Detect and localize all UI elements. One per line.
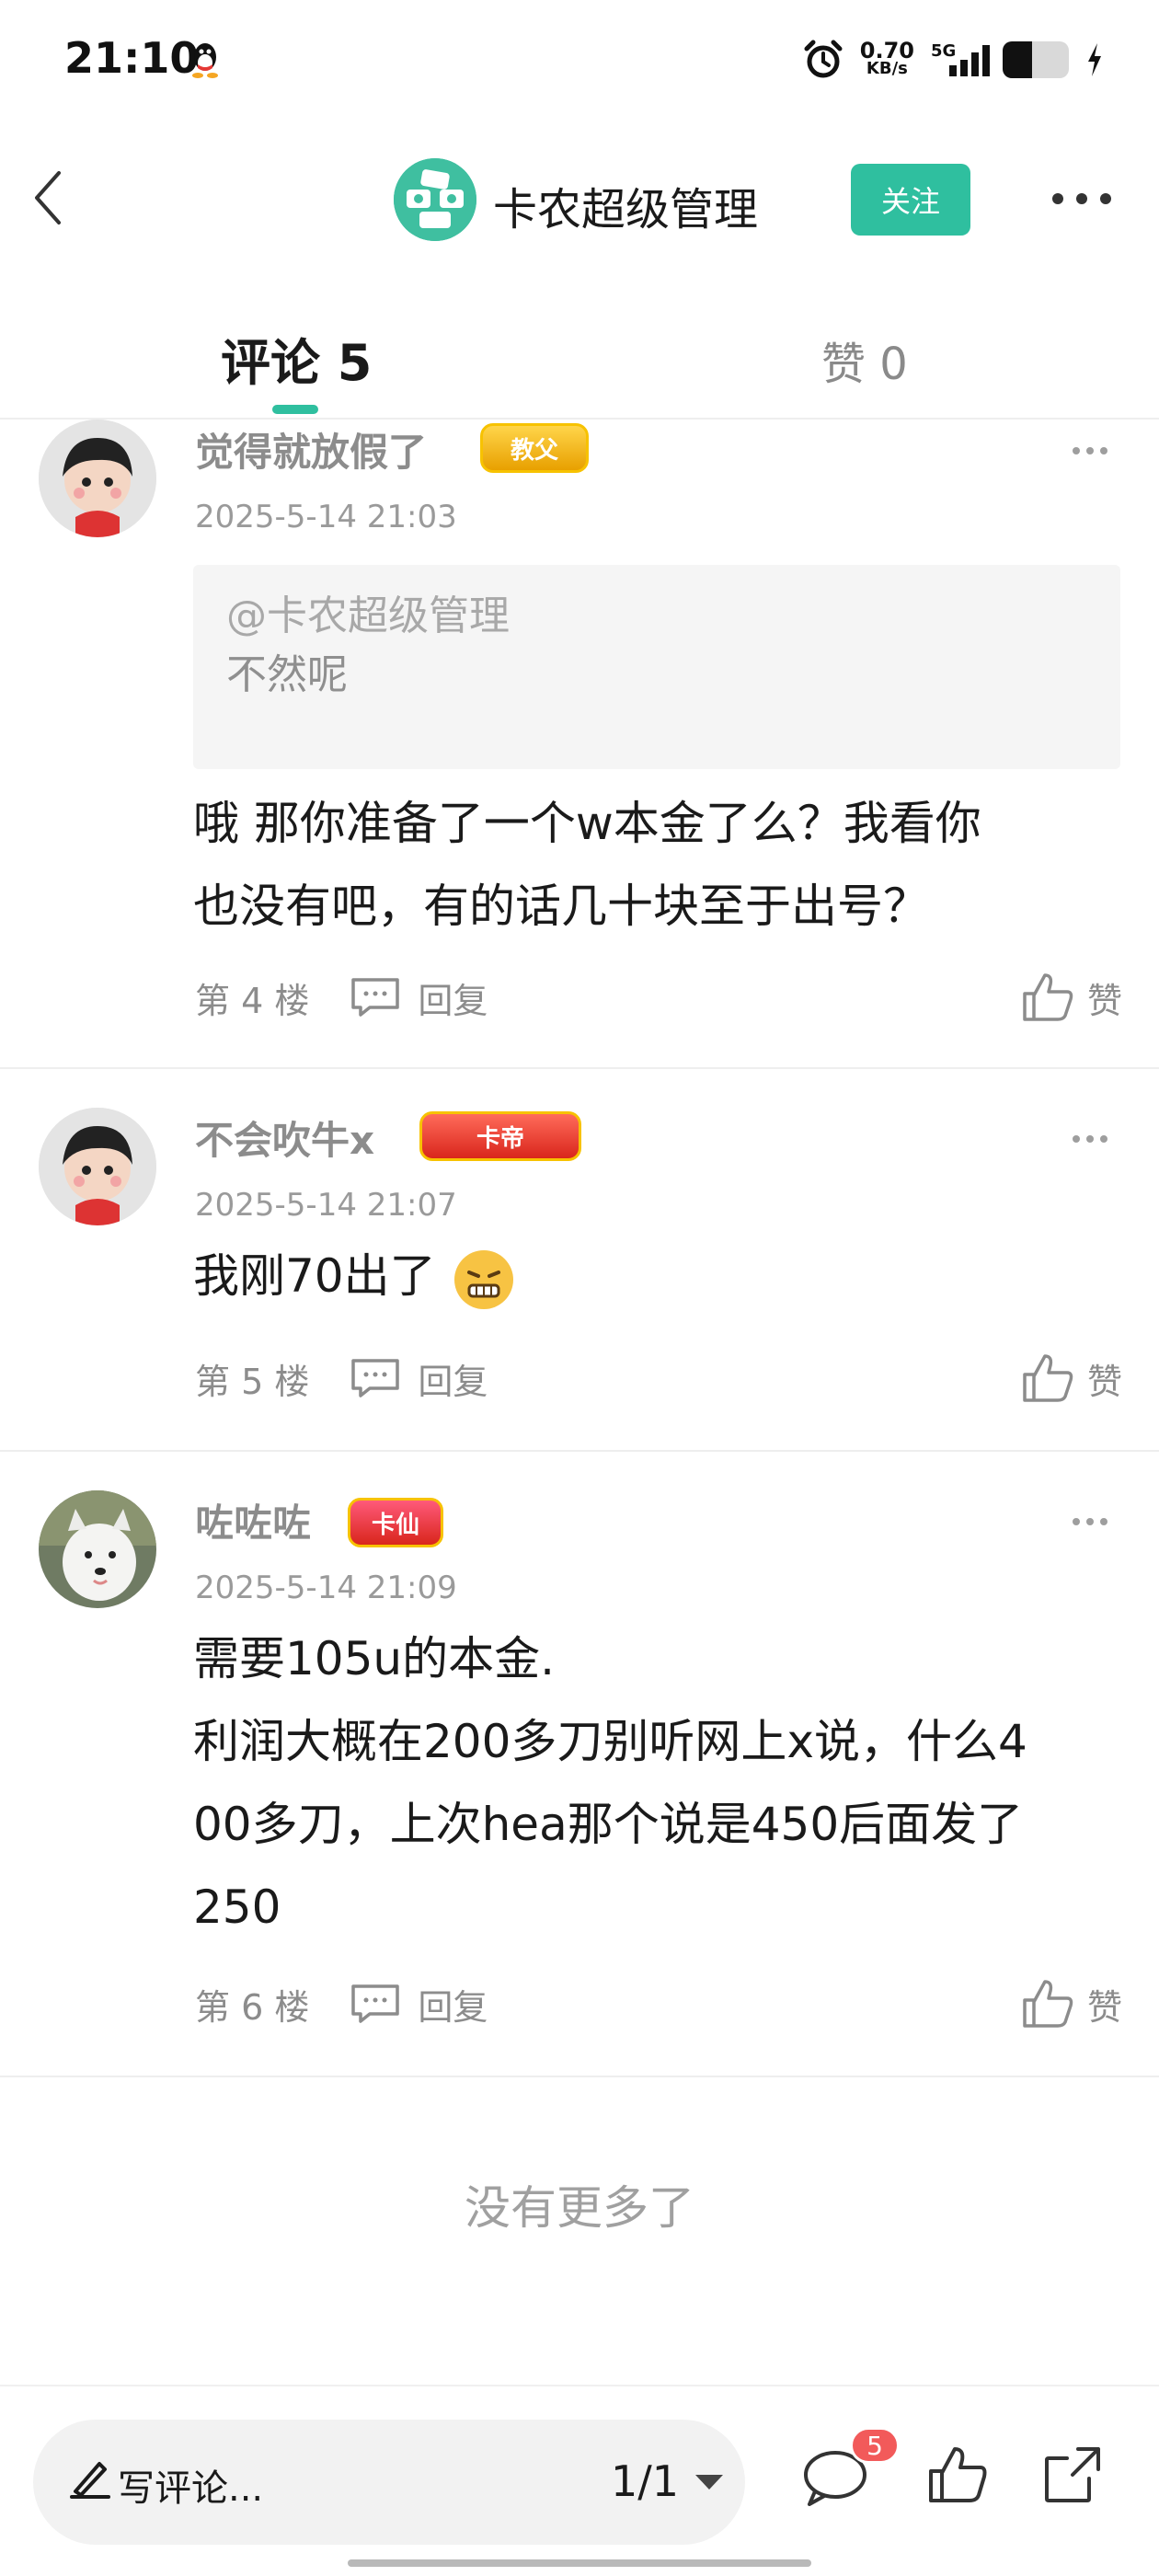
comment-time: 2025-5-14 21:03 xyxy=(195,499,457,535)
comment-text-line: 利润大概在200多刀别听网上x说，什么4 xyxy=(193,1715,1027,1768)
comment-username[interactable]: 咗咗咗 xyxy=(195,1492,311,1548)
comment-more-icon[interactable] xyxy=(1073,1518,1107,1527)
status-time: 21:10 xyxy=(64,33,200,83)
tab-likes[interactable]: 赞 0 xyxy=(821,328,908,392)
reply-button[interactable]: 回复 xyxy=(350,972,488,1023)
no-more-label: 没有更多了 xyxy=(465,2181,694,2235)
follow-button[interactable]: 关注 xyxy=(851,164,970,236)
caret-down-icon[interactable] xyxy=(694,2473,725,2491)
floor-number: 第 6 楼 xyxy=(195,1986,310,2028)
charging-icon xyxy=(1088,43,1101,76)
reply-icon xyxy=(351,978,400,1017)
comment-username[interactable]: 觉得就放假了 xyxy=(195,421,427,477)
reply-icon xyxy=(351,1984,400,2023)
floor-number: 第 5 楼 xyxy=(195,1361,310,1402)
more-options-icon[interactable] xyxy=(1052,191,1111,206)
top-nav: 卡农超级管理 关注 xyxy=(0,138,1159,258)
share-icon[interactable] xyxy=(1041,2444,1104,2506)
reply-icon xyxy=(351,1359,400,1397)
tab-comments[interactable]: 评论 5 xyxy=(221,322,372,395)
comment-text-line: 需要105u的本金. xyxy=(193,1632,556,1685)
avatar[interactable] xyxy=(39,1490,156,1608)
reply-button[interactable]: 回复 xyxy=(350,1979,488,2030)
comment-text: 我刚70出了 xyxy=(193,1235,1122,1317)
like-button[interactable]: 赞 xyxy=(1021,1978,1122,2030)
comment-text-line: 250 xyxy=(193,1880,281,1934)
dog-photo-avatar-icon xyxy=(39,1490,156,1608)
tab-active-indicator xyxy=(272,405,318,414)
comment-text-line: 我刚70出了 xyxy=(193,1249,436,1303)
comment-text: 哦 那你准备了一个w本金了么？我看你 也没有吧，有的话几十块至于出号？ xyxy=(193,782,1122,948)
home-indicator[interactable] xyxy=(348,2559,811,2567)
comment-text: 需要105u的本金. 利润大概在200多刀别听网上x说，什么4 00多刀，上次h… xyxy=(193,1617,1122,1949)
club-name[interactable]: 卡农超级管理 xyxy=(493,173,758,237)
comment-more-icon[interactable] xyxy=(1073,447,1107,456)
net-speed: 0.70 KB/s xyxy=(859,38,914,78)
comment-footer: 第 4 楼 回复 赞 xyxy=(195,970,1122,1025)
status-icons: 0.70 KB/s 5G xyxy=(803,37,1104,83)
reply-label: 回复 xyxy=(418,1361,488,1402)
avatar[interactable] xyxy=(39,1108,156,1225)
bottom-action-bar: 写评论... 1/1 5 xyxy=(0,2385,1159,2576)
comment-username[interactable]: 不会吹牛x xyxy=(195,1110,374,1166)
quoted-text: 不然呢 xyxy=(226,651,348,698)
comment-footer: 第 5 楼 回复 赞 xyxy=(195,1351,1122,1406)
cartoon-avatar-icon xyxy=(39,1108,156,1225)
user-badge: 卡帝 xyxy=(419,1111,581,1161)
comment-count-badge: 5 xyxy=(850,2427,900,2464)
signal-icon: 5G xyxy=(931,41,990,78)
comment-more-icon[interactable] xyxy=(1073,1135,1107,1144)
floor-number: 第 4 楼 xyxy=(195,980,310,1021)
qq-icon xyxy=(192,43,218,78)
thumbs-up-icon xyxy=(1023,973,1073,1021)
status-bar: 21:10 0.70 KB/s 5G xyxy=(0,0,1159,120)
user-badge: 卡仙 xyxy=(348,1498,443,1547)
comment-text-line: 00多刀，上次hea那个说是450后面发了 xyxy=(193,1798,1024,1851)
quoted-username[interactable]: @卡农超级管理 xyxy=(226,589,1087,644)
write-comment-label: 写评论... xyxy=(118,2467,264,2510)
cartoon-avatar-icon xyxy=(39,420,156,537)
write-comment-input[interactable]: 写评论... 1/1 xyxy=(33,2420,745,2545)
alarm-icon xyxy=(804,40,843,78)
user-badge: 教父 xyxy=(480,423,589,473)
comment-item: 不会吹牛x 卡帝 2025-5-14 21:07 我刚70出了 第 5 楼 回复… xyxy=(0,1069,1159,1452)
like-label: 赞 xyxy=(1086,1986,1122,2028)
avatar[interactable] xyxy=(39,420,156,537)
battery-icon xyxy=(1003,41,1069,78)
comment-footer: 第 6 楼 回复 赞 xyxy=(195,1976,1122,2031)
quoted-reply: @卡农超级管理 不然呢 xyxy=(193,565,1120,769)
club-logo[interactable] xyxy=(394,158,476,241)
comment-item: 咗咗咗 卡仙 2025-5-14 21:09 需要105u的本金. 利润大概在2… xyxy=(0,1452,1159,2077)
like-button[interactable]: 赞 xyxy=(1021,1352,1122,1404)
back-arrow-icon[interactable] xyxy=(28,166,74,230)
tab-bar: 评论 5 赞 0 xyxy=(0,304,1159,420)
comment-time: 2025-5-14 21:09 xyxy=(195,1570,457,1606)
thumbs-up-icon xyxy=(1023,1980,1073,2028)
reply-label: 回复 xyxy=(418,980,488,1021)
reply-button[interactable]: 回复 xyxy=(350,1353,488,1404)
comment-text-line: 也没有吧，有的话几十块至于出号？ xyxy=(193,880,929,933)
comment-item: 觉得就放假了 教父 2025-5-14 21:03 @卡农超级管理 不然呢 哦 … xyxy=(0,420,1159,1069)
page-indicator[interactable]: 1/1 xyxy=(611,2456,679,2506)
like-label: 赞 xyxy=(1086,1361,1122,1402)
like-button[interactable]: 赞 xyxy=(1021,972,1122,1023)
like-label: 赞 xyxy=(1086,980,1122,1021)
comment-time: 2025-5-14 21:07 xyxy=(195,1187,457,1224)
comment-text-line: 哦 那你准备了一个w本金了么？我看你 xyxy=(193,797,981,850)
grimace-emoji-icon xyxy=(453,1249,513,1309)
thumbs-up-icon[interactable] xyxy=(925,2444,988,2506)
pencil-icon xyxy=(70,2462,110,2499)
thumbs-up-icon xyxy=(1023,1354,1073,1402)
card-logo-icon xyxy=(394,158,476,241)
reply-label: 回复 xyxy=(418,1986,488,2028)
